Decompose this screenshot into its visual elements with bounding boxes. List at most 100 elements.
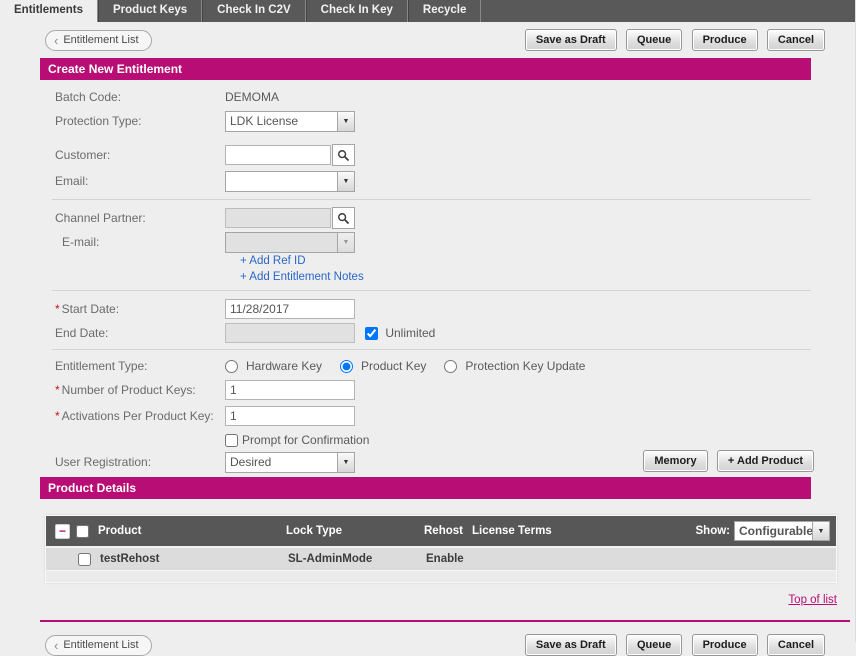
batch-code-value: DEMOMA	[225, 90, 279, 104]
tab-entitlements[interactable]: Entitlements	[0, 0, 98, 22]
unlimited-checkbox[interactable]	[365, 327, 378, 340]
start-date-input[interactable]	[225, 299, 355, 319]
cp-email-row: E-mail: ▼	[40, 231, 811, 253]
user-registration-label: User Registration:	[40, 455, 225, 469]
produce-button[interactable]: Produce	[692, 29, 758, 51]
protection-type-label: Protection Type:	[40, 114, 225, 128]
start-date-label: *Start Date:	[40, 302, 225, 316]
tab-check-in-key[interactable]: Check In Key	[306, 0, 408, 22]
customer-input[interactable]	[225, 145, 331, 165]
protection-type-select[interactable]: LDK License ▼	[225, 111, 355, 132]
queue-button[interactable]: Queue	[626, 29, 682, 51]
top-toolbar: ‹ Entitlement List Save as Draft Queue P…	[45, 29, 825, 51]
section-divider	[52, 290, 811, 291]
product-key-radio[interactable]	[340, 360, 353, 373]
section-divider	[52, 349, 811, 350]
queue-button-bottom[interactable]: Queue	[626, 634, 682, 656]
num-product-keys-input[interactable]	[225, 380, 355, 400]
add-ref-id-row: + Add Ref ID	[40, 253, 811, 269]
tab-product-keys[interactable]: Product Keys	[98, 0, 202, 22]
cancel-button[interactable]: Cancel	[767, 29, 825, 51]
hardware-key-label[interactable]: Hardware Key	[246, 359, 322, 373]
table-row[interactable]: testRehost SL-AdminMode Enable	[46, 546, 836, 570]
collapse-icon[interactable]: −	[55, 524, 70, 539]
add-ref-id-link[interactable]: + Add Ref ID	[240, 255, 306, 267]
chevron-down-icon: ▼	[337, 233, 354, 252]
start-date-row: *Start Date:	[40, 296, 811, 322]
prompt-confirmation-label: Prompt for Confirmation	[242, 433, 369, 447]
protection-type-value: LDK License	[226, 114, 337, 128]
chevron-down-icon: ▼	[337, 453, 354, 472]
end-date-label: End Date:	[40, 326, 225, 340]
chevron-down-icon: ▼	[337, 172, 354, 191]
cp-email-select: ▼	[225, 232, 355, 253]
section-divider	[52, 199, 811, 200]
row-lock-type: SL-AdminMode	[288, 553, 426, 565]
entitlement-list-button-bottom[interactable]: ‹ Entitlement List	[45, 635, 152, 656]
prompt-confirmation-row: Prompt for Confirmation	[40, 429, 811, 451]
activations-row: *Activations Per Product Key:	[40, 403, 811, 429]
channel-partner-input	[225, 208, 331, 228]
entitlement-list-button[interactable]: ‹ Entitlement List	[45, 30, 152, 51]
save-as-draft-button-bottom[interactable]: Save as Draft	[525, 634, 617, 656]
show-select[interactable]: Configurable ▼	[734, 521, 830, 541]
email-row: Email: ▼	[40, 168, 811, 194]
entitlement-list-label: Entitlement List	[63, 639, 138, 651]
product-table-header: − Product Lock Type Rehost License Terms…	[46, 516, 836, 546]
main-tab-bar: Entitlements Product Keys Check In C2V C…	[0, 0, 855, 22]
add-notes-row: + Add Entitlement Notes	[40, 269, 811, 285]
batch-code-row: Batch Code: DEMOMA	[40, 86, 811, 108]
column-lock-type: Lock Type	[286, 525, 424, 537]
chevron-down-icon: ▼	[337, 112, 354, 131]
end-date-input	[225, 323, 355, 343]
bottom-action-buttons: Save as Draft Queue Produce Cancel	[519, 634, 825, 656]
tab-check-in-c2v[interactable]: Check In C2V	[202, 0, 306, 22]
email-label: Email:	[40, 174, 225, 188]
select-all-checkbox[interactable]	[76, 525, 89, 538]
entitlement-type-row: Entitlement Type: Hardware Key Product K…	[40, 355, 811, 377]
protection-key-update-radio[interactable]	[444, 360, 457, 373]
unlimited-label: Unlimited	[385, 326, 435, 340]
column-license-terms: License Terms	[472, 525, 696, 537]
prompt-confirmation-checkbox[interactable]	[225, 434, 238, 447]
column-product: Product	[98, 525, 286, 537]
bottom-divider	[40, 620, 850, 622]
required-marker: *	[55, 302, 60, 316]
add-product-button[interactable]: + Add Product	[717, 450, 814, 472]
row-rehost: Enable	[426, 553, 474, 565]
activations-input[interactable]	[225, 406, 355, 426]
top-of-list-link[interactable]: Top of list	[788, 594, 837, 606]
column-rehost: Rehost	[424, 525, 472, 537]
product-key-label[interactable]: Product Key	[361, 359, 426, 373]
channel-partner-row: Channel Partner:	[40, 205, 811, 231]
email-select[interactable]: ▼	[225, 171, 355, 192]
channel-partner-search-button[interactable]	[332, 207, 355, 229]
search-icon	[337, 212, 350, 225]
create-entitlement-header: Create New Entitlement	[40, 58, 811, 80]
top-action-buttons: Save as Draft Queue Produce Cancel	[519, 29, 825, 51]
save-as-draft-button[interactable]: Save as Draft	[525, 29, 617, 51]
search-icon	[337, 149, 350, 162]
channel-partner-label: Channel Partner:	[40, 211, 225, 225]
product-details-header: Product Details	[40, 477, 811, 499]
show-label: Show:	[696, 525, 731, 537]
row-checkbox[interactable]	[78, 553, 91, 566]
entitlement-form: Batch Code: DEMOMA Protection Type: LDK …	[40, 80, 811, 473]
cancel-button-bottom[interactable]: Cancel	[767, 634, 825, 656]
memory-button[interactable]: Memory	[643, 450, 707, 472]
protection-type-row: Protection Type: LDK License ▼	[40, 108, 811, 134]
cp-email-label: E-mail:	[40, 235, 225, 249]
row-product: testRehost	[100, 553, 288, 565]
add-entitlement-notes-link[interactable]: + Add Entitlement Notes	[240, 271, 364, 283]
show-value: Configurable	[735, 524, 812, 538]
customer-label: Customer:	[40, 148, 225, 162]
customer-row: Customer:	[40, 142, 811, 168]
hardware-key-radio[interactable]	[225, 360, 238, 373]
tab-recycle[interactable]: Recycle	[408, 0, 481, 22]
protection-key-update-label[interactable]: Protection Key Update	[465, 359, 585, 373]
user-registration-value: Desired	[226, 455, 337, 469]
user-registration-select[interactable]: Desired ▼	[225, 452, 355, 473]
customer-search-button[interactable]	[332, 144, 355, 166]
top-of-list-row: Top of list	[40, 592, 837, 606]
produce-button-bottom[interactable]: Produce	[692, 634, 758, 656]
